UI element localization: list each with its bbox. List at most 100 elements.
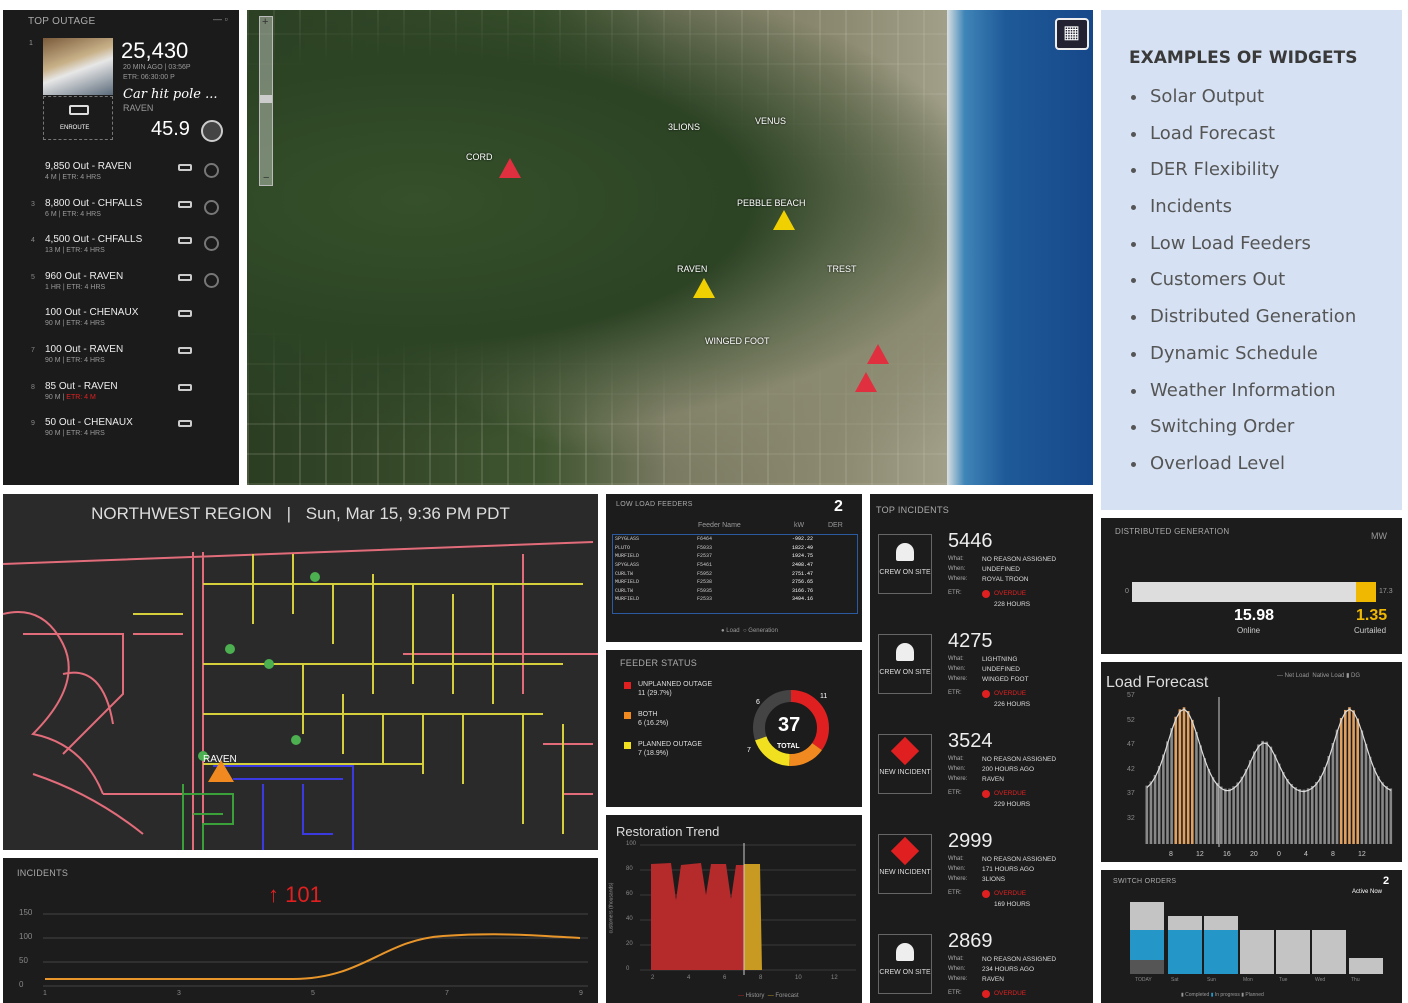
- table-row[interactable]: PLUTO F5033 1822.49: [613, 544, 857, 553]
- restoration-legend: — History — Forecast: [738, 993, 799, 999]
- load-bar: [1211, 777, 1215, 844]
- feeder-id-cell: F2533: [697, 596, 713, 603]
- outage-list-item[interactable]: 5 960 Out - RAVEN 1 HR | ETR: 4 HRS: [3, 271, 238, 307]
- table-row[interactable]: CURLTW F5952 2751.47: [613, 569, 857, 578]
- x-tick-label: 9: [579, 990, 583, 997]
- example-item: Switching Order: [1128, 416, 1356, 453]
- top-incidents-title: TOP INCIDENTS: [876, 505, 950, 515]
- item-sub: 1 HR | ETR: 4 HRS: [45, 284, 105, 291]
- outage-list-item[interactable]: 9 50 Out - CHENAUX 90 M | ETR: 4 HRS: [3, 417, 238, 453]
- incident-where-label: Where:: [948, 676, 968, 682]
- map-place-label[interactable]: TREST: [827, 264, 857, 274]
- warning-icon[interactable]: [499, 158, 521, 178]
- zoom-slider[interactable]: + −: [259, 16, 273, 186]
- region-map-panel[interactable]: NORTHWEST REGION | Sun, Mar 15, 9:36 PM …: [3, 494, 598, 850]
- status-value: 11 (29.7%): [638, 690, 672, 697]
- incident-card[interactable]: NEW INCIDENT 3524 What: NO REASON ASSIGNED W…: [876, 730, 1088, 826]
- item-label: 100 Out - RAVEN: [45, 344, 124, 355]
- outage-feeder: RAVEN: [123, 103, 154, 113]
- feeder-name-cell: PLUTO: [615, 544, 631, 551]
- incident-when: 200 HOURS AGO: [982, 766, 1035, 773]
- y-tick-label: 47: [1127, 741, 1135, 748]
- table-row[interactable]: MURFIELD F2533 3494.16: [613, 595, 857, 604]
- feeder-status-title: FEEDER STATUS: [620, 658, 698, 668]
- table-row[interactable]: CURLTW F5935 3166.76: [613, 587, 857, 596]
- load-bar: [1356, 718, 1360, 844]
- outage-list-item[interactable]: 7 100 Out - RAVEN 90 M | ETR: 4 HRS: [3, 344, 238, 380]
- incident-hours: 229 HOURS: [994, 801, 1031, 808]
- outage-list-item[interactable]: 3 8,800 Out - CHFALLS 6 M | ETR: 4 HRS: [3, 198, 238, 234]
- ring-label-planned: 7: [747, 747, 751, 754]
- dg-title: DISTRIBUTED GENERATION: [1115, 527, 1230, 536]
- map-place-label[interactable]: VENUS: [755, 116, 786, 126]
- x-tick-label: 5: [311, 990, 315, 997]
- incident-card[interactable]: CREW ON SITE 4275 What: LIGHTNING When: UNDEF…: [876, 630, 1088, 726]
- map-place-label[interactable]: RAVEN: [677, 264, 707, 274]
- outage-list-item[interactable]: 4 4,500 Out - CHFALLS 13 M | ETR: 4 HRS: [3, 234, 238, 270]
- incident-status-box[interactable]: CREW ON SITE: [878, 634, 932, 694]
- zoom-in-button[interactable]: +: [262, 16, 268, 28]
- examples-list: Solar Output Load Forecast DER Flexibility…: [1128, 86, 1356, 490]
- incident-status-box[interactable]: CREW ON SITE: [878, 934, 932, 994]
- incident-when: 234 HOURS AGO: [982, 966, 1035, 973]
- load-bar: [1253, 751, 1256, 844]
- table-row[interactable]: SPYGLASS F6464 -992.22: [613, 535, 857, 544]
- kw-cell: 3494.16: [791, 596, 813, 603]
- table-row[interactable]: MURFIELD F2538 2756.65: [613, 578, 857, 587]
- y-tick-label: 32: [1127, 814, 1135, 822]
- incident-status-label: NEW INCIDENT: [879, 769, 931, 776]
- warning-icon[interactable]: [693, 278, 715, 298]
- table-row[interactable]: SPYGLASS F5461 2408.47: [613, 561, 857, 570]
- status-value: 6 (16.2%): [638, 720, 669, 727]
- map-place-label[interactable]: CORD: [466, 152, 493, 162]
- incident-status-box[interactable]: CREW ON SITE: [878, 534, 932, 594]
- panel-controls[interactable]: — ▫: [213, 14, 228, 24]
- truck-status[interactable]: ENROUTE: [43, 96, 113, 140]
- load-bar: [1310, 785, 1314, 844]
- y-tick-label: 100: [19, 932, 33, 941]
- incident-when: UNDEFINED: [982, 666, 1020, 673]
- kw-cell: -992.22: [791, 536, 813, 543]
- distributed-generation-panel: DISTRIBUTED GENERATION MW 0 17.3 15.98 O…: [1101, 518, 1402, 654]
- grid-menu-button[interactable]: ▦: [1055, 18, 1089, 50]
- item-rank: 3: [31, 200, 35, 208]
- outage-list-item[interactable]: 8 85 Out - RAVEN 90 M | ETR: 4 M: [3, 381, 238, 417]
- map-place-label[interactable]: PEBBLE BEACH: [737, 198, 806, 208]
- zoom-thumb[interactable]: [260, 95, 272, 103]
- incident-card[interactable]: CREW ON SITE 5446 What: NO REASON ASSIGNED W…: [876, 530, 1088, 626]
- load-bar: [1339, 717, 1343, 844]
- incident-status-box[interactable]: NEW INCIDENT: [878, 834, 932, 894]
- incident-card[interactable]: CREW ON SITE 2869 What: NO REASON ASSIGNED W…: [876, 930, 1088, 1003]
- outage-list-item[interactable]: 100 Out - CHENAUX 90 M | ETR: 4 HRS: [3, 307, 238, 343]
- dg-curtailed-label: Curtailed: [1354, 626, 1387, 635]
- table-row[interactable]: MURFIELD F2537 1924.75: [613, 552, 857, 561]
- load-bar: [1323, 767, 1326, 844]
- truck-icon: [178, 200, 192, 208]
- zoom-out-button[interactable]: −: [263, 172, 269, 184]
- warning-icon[interactable]: [855, 372, 877, 392]
- overdue-icon: [982, 990, 990, 998]
- satellite-map[interactable]: + − ▦ CORD 3LIONS VENUS PEBBLE BEACH RAVEN TR…: [247, 10, 1093, 485]
- status-label: ENROUTE: [60, 125, 90, 131]
- map-place-label[interactable]: 3LIONS: [668, 122, 700, 132]
- incident-what-label: What:: [948, 756, 964, 762]
- map-place-label[interactable]: WINGED FOOT: [705, 336, 770, 346]
- warning-icon[interactable]: [867, 344, 889, 364]
- load-forecast-chart: [1145, 697, 1393, 847]
- outage-list-item[interactable]: 9,850 Out - RAVEN 4 M | ETR: 4 HRS: [3, 161, 238, 197]
- load-bar: [1335, 729, 1339, 844]
- incident-status-label: NEW INCIDENT: [879, 869, 931, 876]
- outage-photo[interactable]: [43, 38, 113, 95]
- item-label: 960 Out - RAVEN: [45, 270, 124, 282]
- load-bar: [1186, 711, 1190, 844]
- warning-icon[interactable]: [773, 210, 795, 230]
- overdue-icon: [982, 690, 990, 698]
- load-bar: [1207, 768, 1211, 844]
- incident-when-label: When:: [948, 866, 966, 872]
- outage-count: 25,430: [121, 38, 189, 63]
- region-marker-label[interactable]: RAVEN: [203, 754, 237, 765]
- incident-status-box[interactable]: NEW INCIDENT: [878, 734, 932, 794]
- col-der: DER: [828, 522, 843, 529]
- incident-card[interactable]: NEW INCIDENT 2999 What: NO REASON ASSIGNED W…: [876, 830, 1088, 926]
- alert-icon: [890, 736, 920, 766]
